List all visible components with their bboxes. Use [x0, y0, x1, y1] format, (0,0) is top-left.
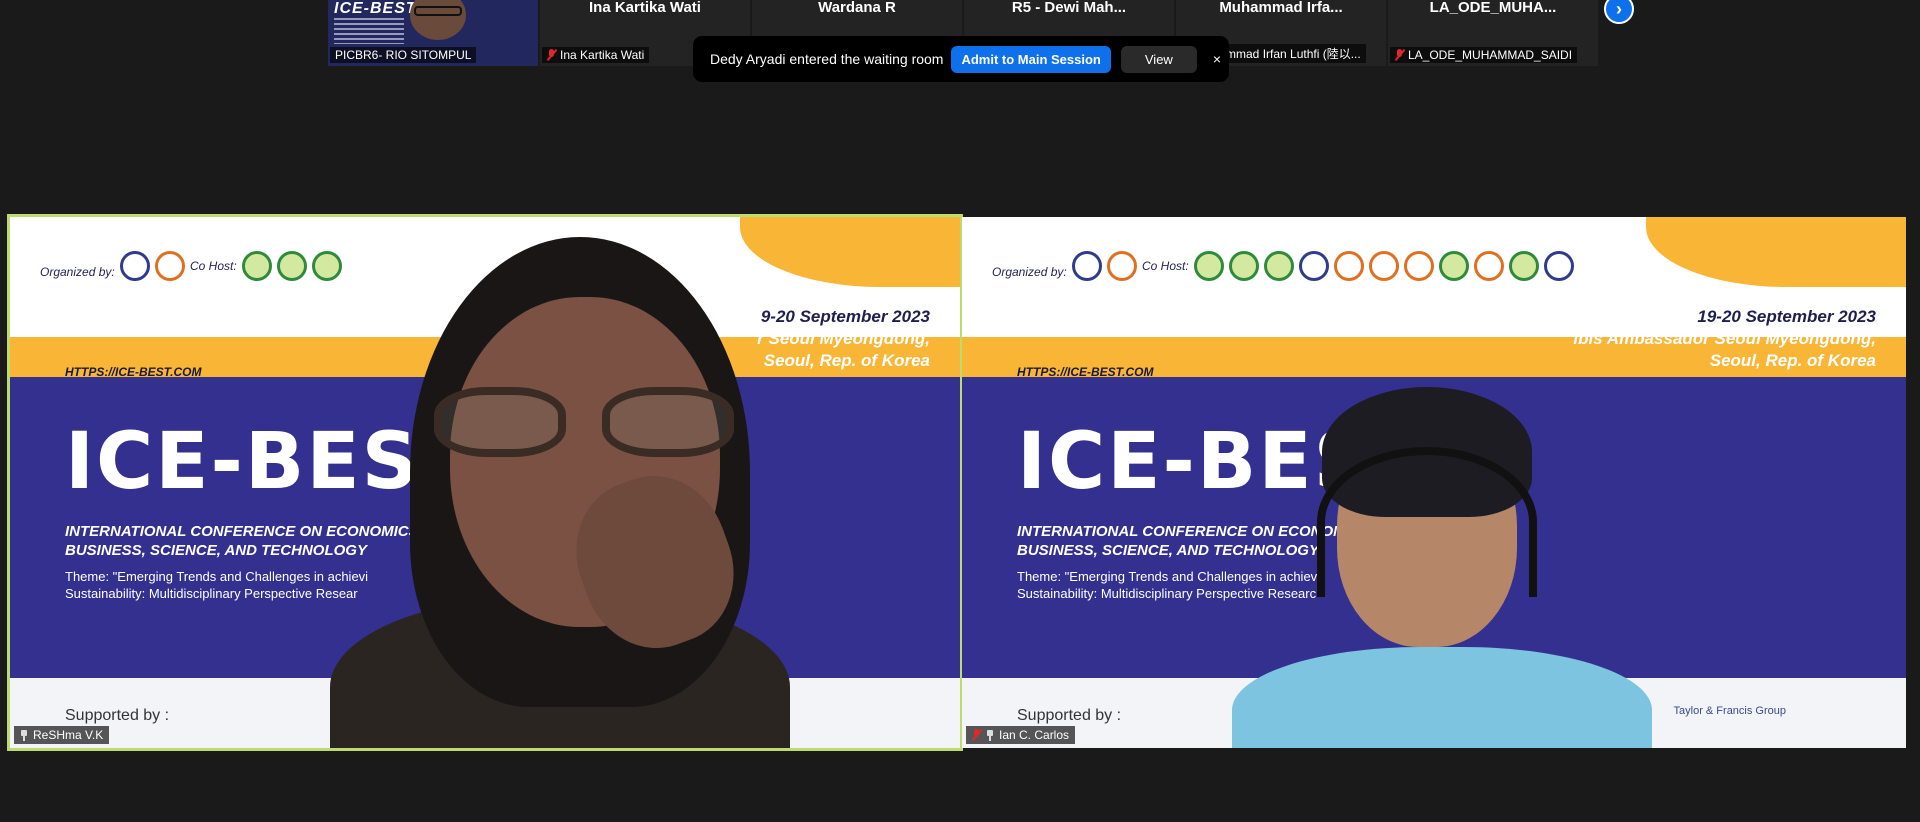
poster-date: 19-20 September 2023	[1697, 307, 1876, 326]
participant-name: ReSHma V.K	[33, 728, 104, 742]
gallery-tile-la-ode-muhammad[interactable]: LA_ODE_MUHA... LA_ODE_MUHAMMAD_SAIDI	[1388, 0, 1598, 66]
chevron-right-icon: ›	[1616, 0, 1622, 19]
participant-display-name: Wardana R	[818, 0, 896, 16]
poster-url: HTTPS://ICE-BEST.COM	[65, 365, 202, 379]
admit-to-main-session-button[interactable]: Admit to Main Session	[951, 45, 1111, 73]
poster-thumbnail	[334, 18, 404, 44]
next-page-button[interactable]: ›	[1604, 0, 1634, 24]
cohost-logo-icon	[1228, 251, 1259, 281]
cohost-logo-icon	[1543, 251, 1574, 281]
pin-icon	[20, 729, 28, 741]
cohost-logo-icon	[1403, 251, 1434, 281]
cohost-logo-icon	[1508, 251, 1539, 281]
cohost-logo-icon	[241, 251, 272, 281]
poster-corner	[1646, 217, 1906, 287]
poster-subtitle: INTERNATIONAL CONFERENCE ON ECONOMICS,	[65, 523, 423, 540]
participant-name-label: Ina Kartika Wati	[542, 47, 650, 63]
poster-venue: ibis Ambassador Seoul Myeongdong,	[1573, 329, 1876, 348]
participant-name: Ina Kartika Wati	[560, 48, 645, 62]
participant-name: LA_ODE_MUHAMMAD_SAIDI	[1408, 48, 1573, 62]
participant-glasses	[414, 6, 462, 16]
cohost-logo-icon	[1333, 251, 1364, 281]
gallery-tile-rio-sitompul[interactable]: ICE-BEST PICBR6- RIO SITOMPUL	[328, 0, 538, 66]
cohost-logo-icon	[1473, 251, 1504, 281]
cohost-logo-icon	[311, 251, 342, 281]
cohost-logo-icon	[1263, 251, 1294, 281]
poster-theme: Sustainability: Multidisciplinary Perspe…	[65, 586, 358, 601]
poster-logos: Co Host:	[120, 251, 342, 281]
organizer-logo-icon	[1072, 251, 1102, 281]
poster-supported-by: Supported by :	[1017, 707, 1122, 724]
participant-name: PICBR6- RIO SITOMPUL	[335, 48, 472, 62]
poster-co-host: Co Host:	[1142, 259, 1189, 273]
waiting-room-notification: Dedy Aryadi entered the waiting room Adm…	[693, 36, 1229, 82]
poster-city: Seoul, Rep. of Korea	[1709, 351, 1876, 370]
poster-logo-text: ICE-BEST	[334, 0, 417, 17]
cohost-logo-icon	[1368, 251, 1399, 281]
headset-icon	[1317, 447, 1537, 597]
poster-theme: Theme: "Emerging Trends and Challenges i…	[65, 569, 369, 584]
organizer-logo-icon	[1107, 251, 1137, 281]
mic-muted-icon	[972, 729, 981, 741]
participant-display-name: Muhammad Irfa...	[1219, 0, 1343, 16]
poster-supported-by: Supported by :	[65, 707, 170, 724]
poster-theme: Sustainability: Multidisciplinary Perspe…	[1017, 586, 1317, 601]
organizer-logo-icon	[155, 251, 185, 281]
participant-display-name: R5 - Dewi Mah...	[1011, 0, 1127, 16]
participant-video	[1232, 387, 1652, 748]
organizer-logo-icon	[120, 251, 150, 281]
participant-name: Ian C. Carlos	[999, 728, 1070, 742]
poster-subtitle: BUSINESS, SCIENCE, AND TECHNOLOGY	[1017, 542, 1319, 559]
pin-icon	[986, 729, 994, 741]
poster-logos: Co Host:	[1072, 251, 1574, 281]
participant-name-tag: ReSHma V.K	[14, 726, 110, 744]
participant-display-name: LA_ODE_MUHA...	[1429, 0, 1557, 16]
poster-subtitle: BUSINESS, SCIENCE, AND TECHNOLOGY	[65, 542, 367, 559]
poster-co-host: Co Host:	[190, 259, 237, 273]
poster-organized-by: Organized by:	[40, 265, 115, 279]
video-panel-ian-carlos[interactable]: Organized by: Co Host: HTTPS://ICE-BEST.…	[962, 217, 1906, 748]
cohost-logo-icon	[276, 251, 307, 281]
mic-muted-icon	[547, 49, 556, 61]
participant-glasses	[434, 387, 734, 457]
cohost-logo-icon	[1193, 251, 1224, 281]
participant-body	[1232, 647, 1652, 748]
poster-organized-by: Organized by:	[992, 265, 1067, 279]
participant-name-label: LA_ODE_MUHAMMAD_SAIDI	[1390, 47, 1578, 63]
poster-url: HTTPS://ICE-BEST.COM	[1017, 365, 1154, 379]
mic-muted-icon	[1395, 49, 1404, 61]
close-icon[interactable]: ×	[1213, 51, 1221, 67]
participant-name-tag: Ian C. Carlos	[966, 726, 1076, 744]
participant-display-name: Ina Kartika Wati	[589, 0, 701, 16]
cohost-logo-icon	[1298, 251, 1329, 281]
video-panel-reshma[interactable]: Organized by: Co Host: HTTPS://ICE-BEST.…	[10, 217, 960, 748]
cohost-logo-icon	[1438, 251, 1469, 281]
view-button[interactable]: View	[1120, 45, 1197, 73]
notification-message: Dedy Aryadi entered the waiting room	[710, 51, 944, 67]
participant-video	[330, 237, 790, 748]
participant-name-label: PICBR6- RIO SITOMPUL	[330, 47, 477, 63]
poster-theme: Theme: "Emerging Trends and Challenges i…	[1017, 569, 1321, 584]
poster-publisher: Taylor & Francis Group	[1673, 705, 1786, 717]
